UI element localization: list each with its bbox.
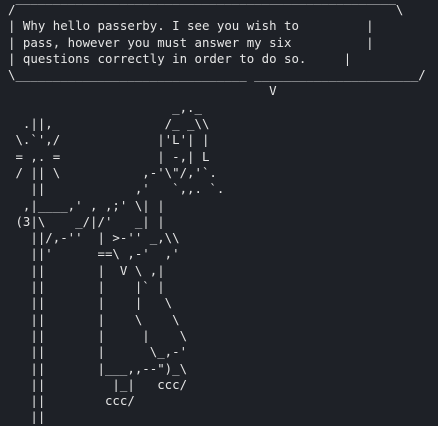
speech-bubble-line-1: /‾‾‾‾‾‾‾‾‾‾‾‾‾‾‾‾‾‾‾‾‾‾‾‾‾‾‾‾‾‾‾‾‾‾‾‾‾‾‾… <box>8 2 404 17</box>
ascii-art-line-1: _,._ <box>8 99 202 115</box>
ascii-art-line-2: .||, /_ _\\ <box>8 116 210 132</box>
ascii-art-line-15: || | | \ <box>8 327 188 343</box>
ascii-art-line-7: ,|____,' , ,;' \| | <box>8 197 165 213</box>
ascii-art-line-9: ||/,-'' | >-'' _,\\ <box>8 230 180 246</box>
ascii-art-line-6: || ,' `,,. `. <box>8 181 225 197</box>
ascii-art-line-18: || |_| ccc/ <box>8 376 188 392</box>
ascii-art-line-12: || | |` | <box>8 279 165 295</box>
ascii-art-line-5: / || \ ,-'\"/,'`. <box>8 164 217 180</box>
ascii-art-line-20: || <box>8 409 46 425</box>
terminal-output: /‾‾‾‾‾‾‾‾‾‾‾‾‾‾‾‾‾‾‾‾‾‾‾‾‾‾‾‾‾‾‾‾‾‾‾‾‾‾‾… <box>8 2 426 426</box>
ascii-art-line-19: || ccc/ <box>8 393 135 409</box>
ascii-art-line-3: \.`',/ |'L'| | <box>8 132 210 148</box>
speech-bubble-line-3: | pass, however you must answer my six | <box>8 34 374 50</box>
speech-bubble-line-4: | questions correctly in order to do so.… <box>8 50 352 66</box>
speech-bubble-pointer: V <box>8 83 277 99</box>
speech-bubble-line-5: \_______________________________ _______… <box>8 67 426 83</box>
ascii-art-line-13: || | | \ <box>8 295 173 311</box>
ascii-art-line-8: (3|\ _/|/' _| | <box>8 213 165 229</box>
ascii-art-line-4: = ,. = | -,| L <box>8 148 210 164</box>
ascii-art-line-16: || | \_,-' <box>8 344 188 360</box>
ascii-art-line-14: || | \ \ <box>8 311 180 327</box>
ascii-art-line-17: || |___,,--")_\ <box>8 360 188 376</box>
speech-bubble-line-2: | Why hello passerby. I see you wish to … <box>8 18 374 34</box>
ascii-art-line-10: ||' ==\ ,-' ,' <box>8 246 180 262</box>
ascii-art-line-11: || | V \ ,| <box>8 262 165 278</box>
